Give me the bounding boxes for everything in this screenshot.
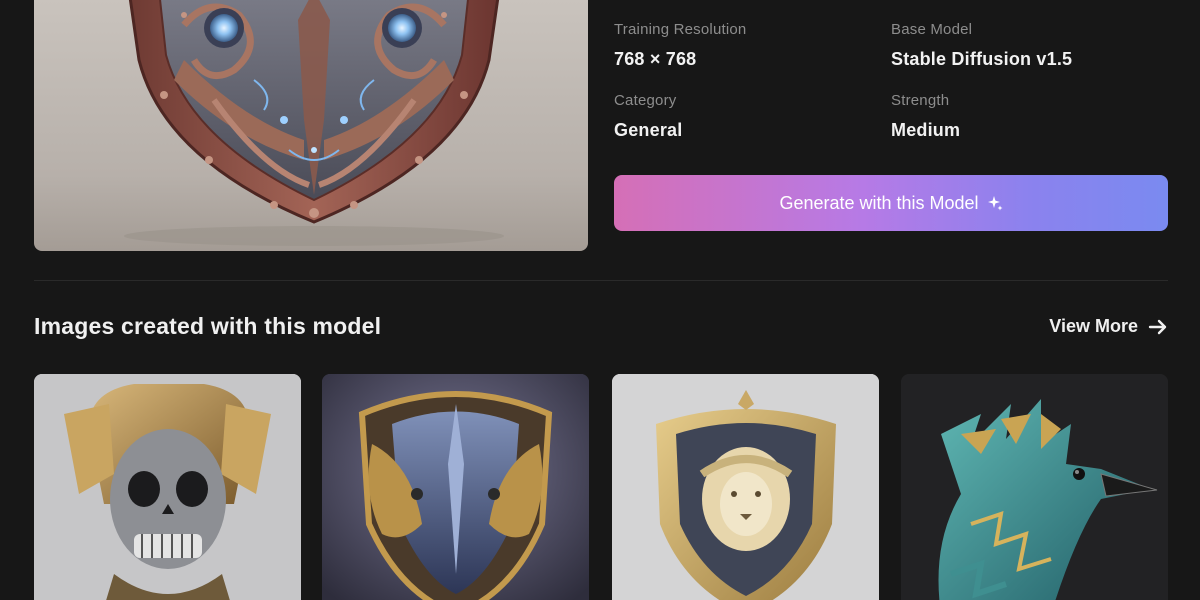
generate-button-label: Generate with this Model (779, 192, 979, 213)
sparkle-icon (987, 195, 1003, 211)
category-value: General (614, 120, 683, 140)
view-more-label: View More (1049, 316, 1138, 336)
view-more-link[interactable]: View More (1049, 316, 1168, 337)
arrow-right-icon (1148, 317, 1168, 337)
strength-value: Medium (891, 120, 961, 140)
gallery-item-skull-helmet[interactable] (34, 374, 301, 600)
lion-shield-image (612, 374, 879, 600)
training-resolution-label: Training Resolution (614, 21, 747, 38)
gallery-section-title: Images created with this model (34, 313, 382, 339)
model-preview-image (34, 0, 588, 251)
model-detail-page: Training Resolution 768 × 768 Base Model… (0, 0, 1200, 600)
section-divider (34, 280, 1168, 281)
strength-label: Strength (891, 92, 950, 109)
eagle-shield-image (322, 374, 589, 600)
gallery-item-eagle-shield[interactable] (322, 374, 589, 600)
generate-with-model-button[interactable]: Generate with this Model (614, 175, 1168, 231)
training-resolution-value: 768 × 768 (614, 49, 697, 69)
category-label: Category (614, 92, 677, 109)
skull-helmet-image (34, 374, 301, 600)
teal-bird-image (901, 374, 1168, 600)
gallery-item-teal-bird[interactable] (901, 374, 1168, 600)
base-model-label: Base Model (891, 21, 973, 38)
base-model-value: Stable Diffusion v1.5 (891, 49, 1073, 69)
gallery-item-lion-shield[interactable] (612, 374, 879, 600)
